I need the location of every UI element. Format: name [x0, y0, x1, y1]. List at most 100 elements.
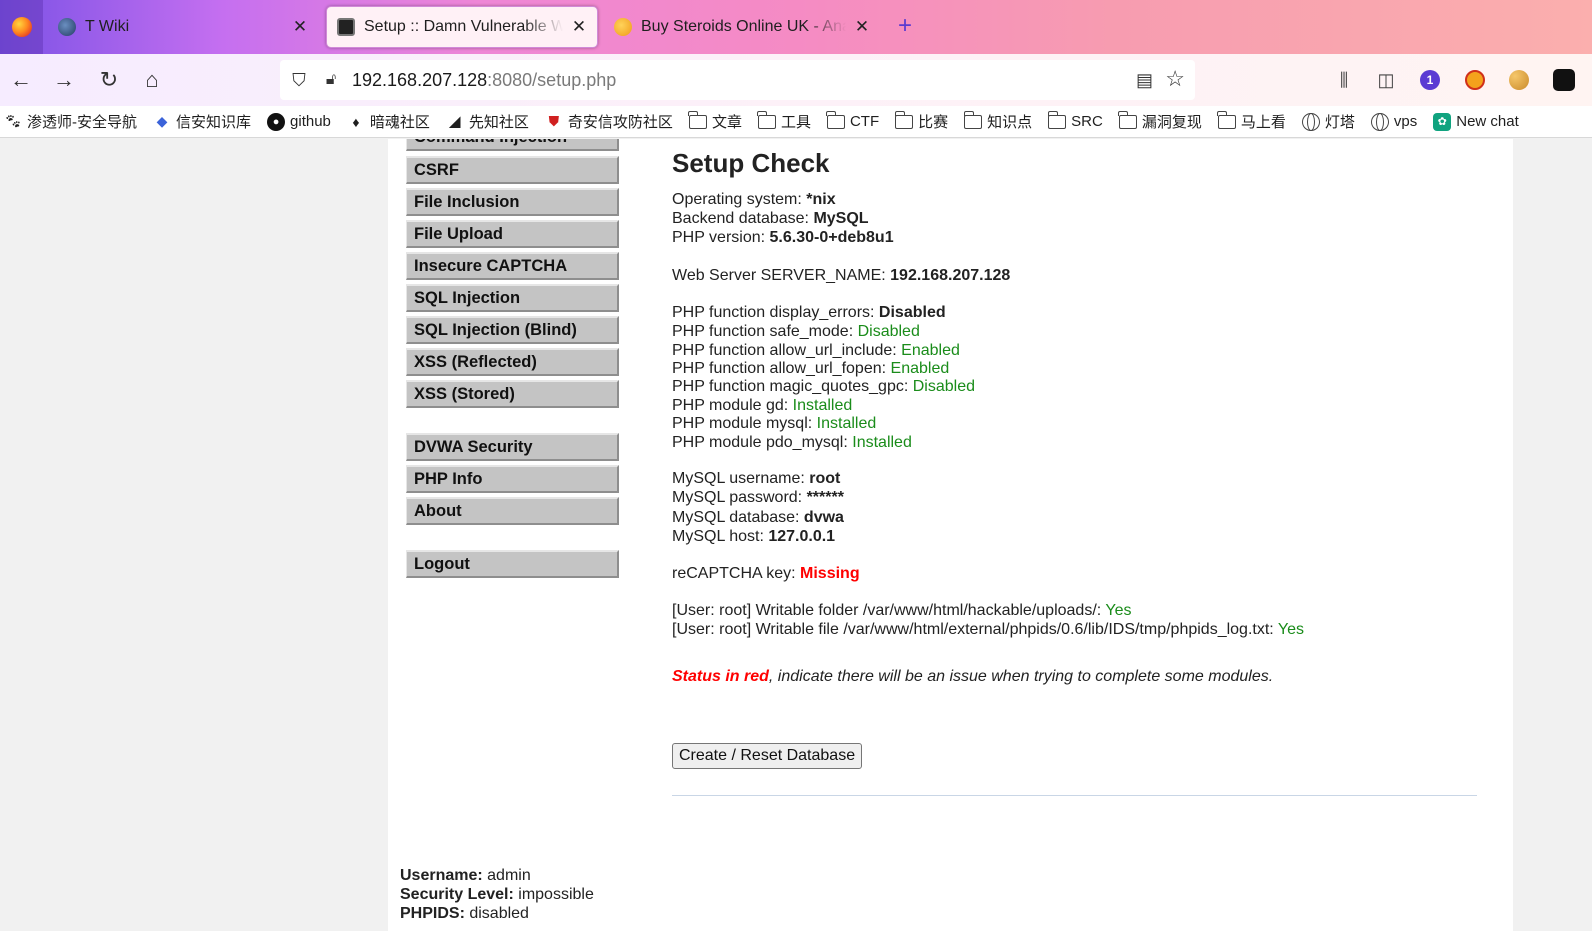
- check-label: PHP function display_errors:: [672, 304, 879, 321]
- url-bar[interactable]: ⛉ 🔓︎ 192.168.207.128:8080/setup.php ▤ ☆: [280, 60, 1195, 100]
- recaptcha-label: reCAPTCHA key:: [672, 565, 801, 582]
- menu-item-dvwa-security[interactable]: DVWA Security: [406, 433, 619, 461]
- php-check-magic-quotes: PHP function magic_quotes_gpc: Disabled: [672, 378, 975, 396]
- check-value: Disabled: [912, 378, 976, 395]
- bookmark-new-chat[interactable]: ✿ New chat: [1433, 112, 1519, 131]
- menu-item-command-injection[interactable]: Command Injection: [406, 139, 619, 151]
- create-reset-database-button[interactable]: Create / Reset Database: [672, 743, 863, 769]
- php-module-mysql: PHP module mysql: Installed: [672, 415, 876, 433]
- folder-icon: [1118, 110, 1137, 129]
- check-value: Enabled: [901, 342, 960, 359]
- phpids-value: disabled: [464, 905, 529, 922]
- bookmark-folder-gongju[interactable]: 工具: [757, 110, 811, 132]
- close-icon[interactable]: ✕: [292, 17, 308, 37]
- tab-strip: T Wiki ✕ Setup :: Damn Vulnerable Web Ap…: [0, 0, 1592, 54]
- bookmark-label: 灯塔: [1324, 114, 1355, 131]
- server-name-label: Web Server SERVER_NAME:: [672, 267, 891, 284]
- bookmark-shentoushi[interactable]: 🐾︎ 渗透师-安全导航: [4, 111, 137, 132]
- bookmark-dengta[interactable]: 灯塔: [1301, 111, 1355, 132]
- url-text[interactable]: 192.168.207.128:8080/setup.php: [352, 70, 616, 91]
- mysql-label: MySQL password:: [672, 489, 807, 506]
- url-path: :8080/setup.php: [487, 69, 617, 90]
- php-module-pdo-mysql: PHP module pdo_mysql: Installed: [672, 434, 912, 452]
- tab-title: T Wiki: [85, 18, 130, 35]
- status-rest-text: , indicate there will be an issue when t…: [768, 668, 1274, 685]
- db-value: MySQL: [813, 210, 869, 227]
- shield-icon: ⛊: [548, 113, 560, 129]
- menu-item-csrf[interactable]: CSRF: [406, 156, 619, 184]
- check-label: PHP module gd:: [672, 397, 793, 414]
- home-icon[interactable]: ⌂: [137, 65, 167, 95]
- check-label: PHP function allow_url_include:: [672, 342, 902, 359]
- bookmarks-toolbar: 🐾︎ 渗透师-安全导航 ◆ 信安知识库 ● github ♦ 暗魂社区 ◢ 先知社区 ⛊ 奇…: [0, 106, 1592, 138]
- check-value: Disabled: [878, 304, 946, 321]
- page-title: Setup Check: [672, 148, 830, 178]
- menu-item-file-inclusion[interactable]: File Inclusion: [406, 188, 619, 216]
- security-level-label: Security Level:: [400, 886, 514, 903]
- menu-item-about[interactable]: About: [406, 497, 619, 525]
- reload-icon[interactable]: ↻: [94, 65, 124, 95]
- forward-arrow-icon[interactable]: →: [49, 65, 79, 95]
- menu-item-sql-injection[interactable]: SQL Injection: [406, 284, 619, 312]
- folder-icon: [894, 110, 914, 129]
- bookmark-folder-bisai[interactable]: 比赛: [894, 110, 948, 132]
- mysql-username-line: MySQL username: root: [672, 470, 840, 488]
- reader-view-icon[interactable]: ▤: [1136, 70, 1153, 91]
- bookmark-label: 奇安信攻防社区: [567, 114, 673, 131]
- php-version-value: 5.6.30-0+deb8u1: [769, 229, 894, 246]
- bookmark-vps[interactable]: vps: [1370, 112, 1417, 131]
- bookmark-folder-wenzhang[interactable]: 文章: [688, 110, 742, 132]
- bookmark-label: 文章: [711, 114, 742, 131]
- check-label: PHP function allow_url_fopen:: [672, 360, 891, 377]
- writable-value: Yes: [1277, 621, 1304, 638]
- check-value: Installed: [792, 397, 853, 414]
- phpids-line: PHPIDS: disabled: [400, 904, 594, 923]
- bookmark-qianxin[interactable]: ⛊ 奇安信攻防社区: [545, 111, 673, 132]
- insecure-lock-icon[interactable]: 🔓︎: [320, 71, 342, 89]
- bookmark-anhun[interactable]: ♦ 暗魂社区: [347, 111, 430, 132]
- blocker-extension-icon[interactable]: [1465, 70, 1485, 90]
- menu-item-xss-reflected[interactable]: XSS (Reflected): [406, 348, 619, 376]
- tab-buy-steroids[interactable]: Buy Steroids Online UK - Anabolic ✕: [604, 6, 880, 48]
- bookmark-folder-ctf[interactable]: CTF: [826, 110, 880, 130]
- mysql-value: 127.0.0.1: [768, 528, 836, 545]
- menu-item-file-upload[interactable]: File Upload: [406, 220, 619, 248]
- menu-item-insecure-captcha[interactable]: Insecure CAPTCHA: [406, 252, 619, 280]
- bookmark-label: 工具: [780, 114, 811, 131]
- sidebar-icon[interactable]: ◫: [1372, 66, 1400, 94]
- cookie-extension-icon[interactable]: [1509, 70, 1529, 90]
- bookmark-label: SRC: [1071, 113, 1103, 130]
- php-check-display-errors: PHP function display_errors: Disabled: [672, 304, 946, 322]
- close-icon[interactable]: ✕: [854, 17, 870, 37]
- tab-title: Buy Steroids Online UK - Anabolic: [641, 18, 846, 35]
- bookmark-star-icon[interactable]: ☆: [1165, 66, 1185, 92]
- close-icon[interactable]: ✕: [571, 17, 587, 37]
- bookmark-xinan[interactable]: ◆ 信安知识库: [153, 111, 251, 132]
- menu-item-xss-stored[interactable]: XSS (Stored): [406, 380, 619, 408]
- bookmark-folder-src[interactable]: SRC: [1047, 110, 1103, 130]
- tab-dvwa-setup[interactable]: Setup :: Damn Vulnerable Web Application…: [326, 6, 598, 48]
- bookmark-folder-zhishidian[interactable]: 知识点: [963, 110, 1032, 132]
- bookmark-folder-mashangkan[interactable]: 马上看: [1217, 110, 1286, 132]
- bookmark-folder-loudong[interactable]: 漏洞复现: [1118, 110, 1202, 132]
- bookmark-label: 漏洞复现: [1141, 114, 1202, 131]
- folder-icon: [1047, 110, 1067, 129]
- back-arrow-icon[interactable]: ←: [6, 65, 36, 95]
- bookmark-github[interactable]: ● github: [267, 112, 331, 131]
- menu-item-logout[interactable]: Logout: [406, 550, 619, 578]
- bookmark-xianzhi[interactable]: ◢ 先知社区: [446, 111, 529, 132]
- mysql-label: MySQL username:: [672, 470, 810, 487]
- writable-folder-line: [User: root] Writable folder /var/www/ht…: [672, 602, 1131, 620]
- extension-badge-icon[interactable]: 1: [1420, 70, 1440, 90]
- phpids-label: PHPIDS:: [400, 905, 465, 922]
- steroids-favicon-icon: [614, 18, 632, 36]
- menu-item-php-info[interactable]: PHP Info: [406, 465, 619, 493]
- menu-item-sql-injection-blind[interactable]: SQL Injection (Blind): [406, 316, 619, 344]
- firefox-menu-icon[interactable]: [0, 0, 43, 54]
- tracking-shield-icon[interactable]: ⛉: [288, 70, 310, 91]
- new-tab-plus-icon[interactable]: +: [890, 12, 920, 42]
- library-icon[interactable]: ⫼: [1330, 66, 1358, 94]
- ghost-extension-icon[interactable]: [1553, 69, 1575, 91]
- bookmark-label: CTF: [849, 113, 880, 130]
- tab-t-wiki[interactable]: T Wiki ✕: [48, 6, 318, 48]
